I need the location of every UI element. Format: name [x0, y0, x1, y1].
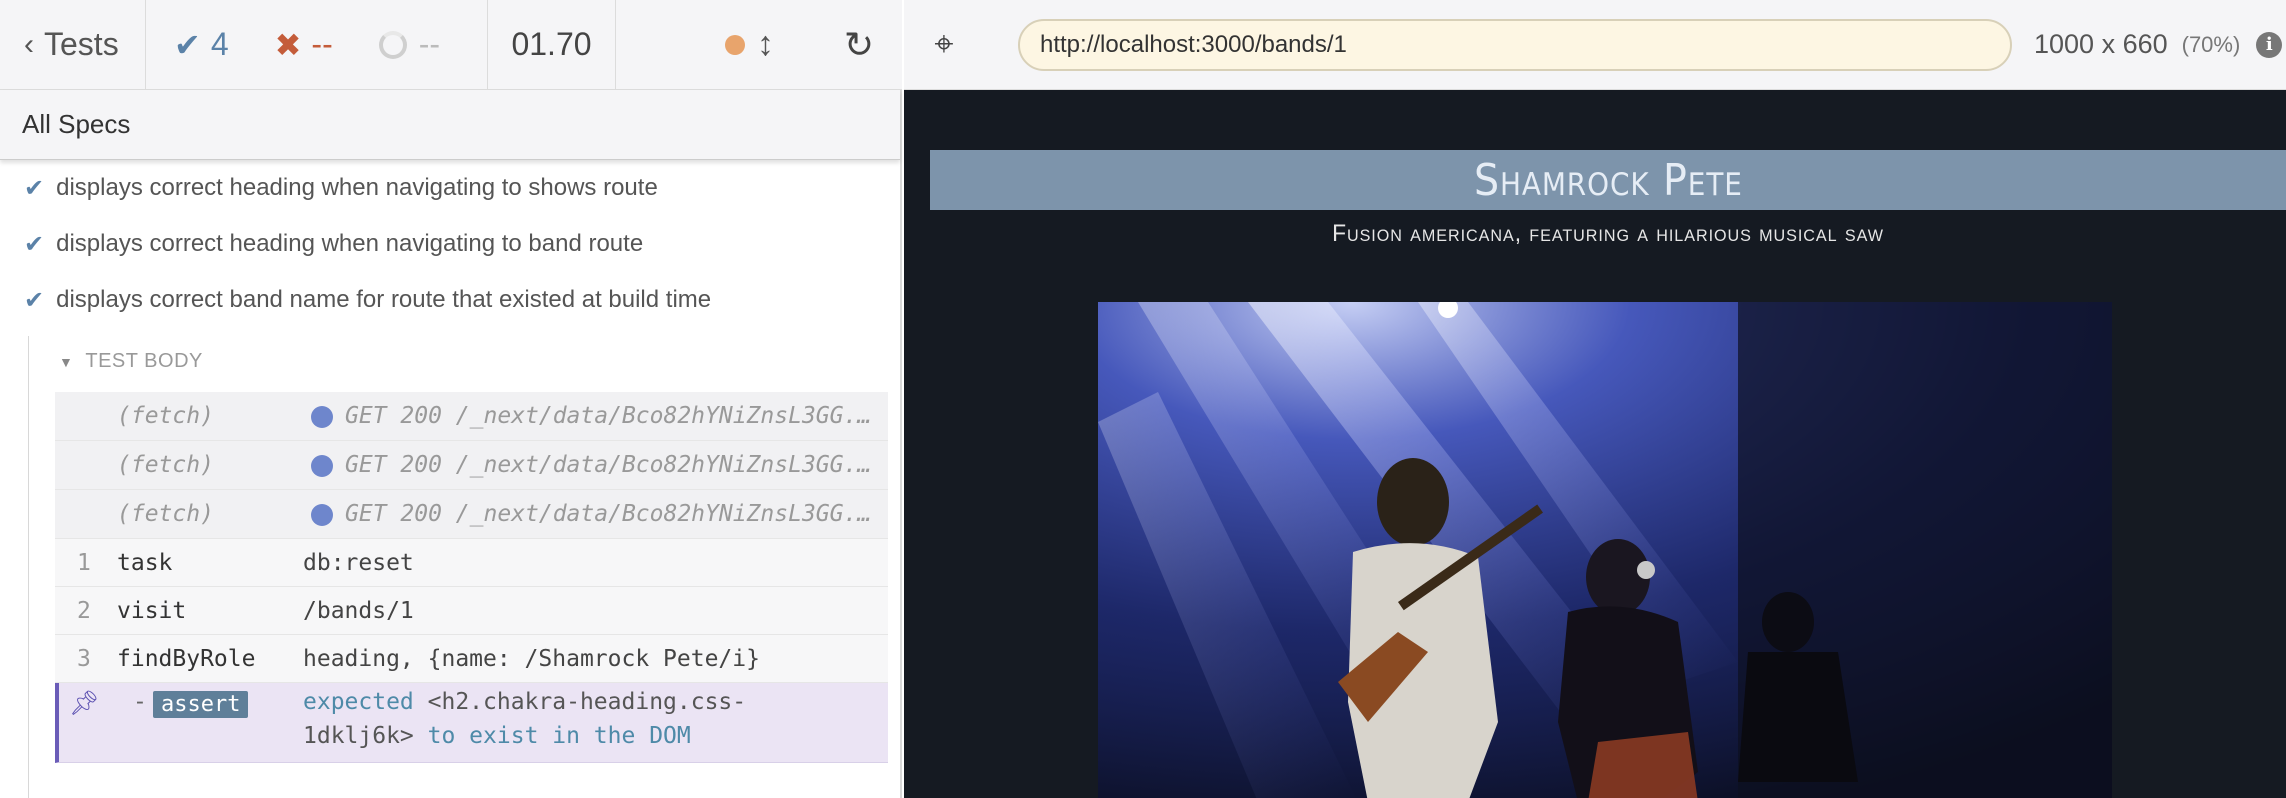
assert-message-line1: expected <h2.chakra-heading.css- [303, 689, 746, 715]
command-log: (fetch) GET 200 /_next/data/Bco82hYNiZns… [55, 392, 888, 763]
assert-dash: - [133, 689, 147, 715]
command-name: findByRole [117, 645, 256, 672]
request-dot-icon [311, 455, 333, 477]
check-icon: ✔ [24, 286, 45, 314]
test-title: displays correct band name for route tha… [56, 286, 712, 313]
command-number: 3 [77, 645, 91, 672]
chevron-left-icon: ‹ [24, 27, 34, 61]
duration: 01.70 [488, 0, 616, 89]
test-title: displays correct heading when navigating… [56, 174, 658, 201]
all-specs-label: All Specs [22, 109, 131, 139]
assert-badge: assert [153, 691, 249, 718]
band-photo [1098, 302, 2112, 798]
request-dot-icon [311, 504, 333, 526]
test-title: displays correct heading when navigating… [56, 230, 644, 257]
band-description: Fusion americana, featuring a hilarious … [1332, 220, 1884, 247]
test-counts: ✔ 4 ✖ -- -- [146, 0, 488, 89]
event-row[interactable]: (fetch) GET 200 /_next/data/Bco82hYNiZns… [55, 490, 888, 539]
command-row[interactable]: 3 findByRole heading, {name: /Shamrock P… [55, 635, 888, 683]
assert-row-pinned[interactable]: 📌︎ - assert expected <h2.chakra-heading.… [55, 683, 888, 763]
all-specs-link[interactable]: All Specs [0, 90, 900, 160]
event-message: GET 200 /_next/data/Bco82hYNiZnsL3GG... [345, 452, 885, 478]
command-message: heading, {name: /Shamrock Pete/i} [303, 645, 760, 672]
assert-selector-part2: 1dklj6k> [303, 723, 414, 749]
test-item[interactable]: ✔ displays correct heading when navigati… [0, 160, 900, 216]
test-body-toggle[interactable]: ▼ TEST BODY [59, 350, 203, 373]
tests-back-label: Tests [44, 26, 119, 62]
pending-count-value: -- [418, 26, 441, 62]
failed-count-value: -- [311, 26, 333, 62]
viewport-size: 1000 x 660 [2034, 29, 2168, 59]
duration-value: 01.70 [511, 26, 592, 62]
stats-bar: ‹ Tests ✔ 4 ✖ -- -- 01.70 ↕ ↻ [0, 0, 902, 90]
test-body: ▼ TEST BODY (fetch) GET 200 /_next/data/… [28, 336, 900, 798]
event-message: GET 200 /_next/data/Bco82hYNiZnsL3GG... [345, 501, 885, 527]
info-icon[interactable]: i [2256, 31, 2283, 58]
command-number: 2 [77, 597, 91, 624]
caret-down-icon: ▼ [59, 353, 74, 370]
tests-back-button[interactable]: ‹ Tests [0, 0, 146, 89]
command-message: db:reset [303, 549, 414, 576]
pin-icon: 📌︎ [69, 689, 100, 717]
assert-message-line2: 1dklj6k> to exist in the DOM [303, 723, 691, 749]
test-body-label: TEST BODY [85, 350, 203, 372]
pending-count: -- [378, 26, 441, 63]
auto-scroll-toggle-icon[interactable]: ↕ [757, 25, 774, 64]
run-controls: ↕ ↻ [616, 0, 902, 89]
check-icon: ✔ [174, 26, 201, 63]
assert-expected: expected [303, 689, 414, 715]
event-name: (fetch) [117, 403, 214, 429]
assert-tail: to exist in the DOM [427, 723, 691, 749]
test-item[interactable]: ✔ displays correct band name for route t… [0, 272, 900, 328]
url-bar[interactable]: http://localhost:3000/bands/1 [1018, 18, 2012, 71]
aut-header: ⌖ http://localhost:3000/bands/1 1000 x 6… [904, 0, 2286, 90]
check-icon: ✔ [24, 230, 45, 258]
command-row[interactable]: 1 task db:reset [55, 539, 888, 587]
pending-ring-icon [378, 30, 407, 59]
rerun-icon[interactable]: ↻ [844, 24, 874, 66]
command-name: visit [117, 597, 187, 624]
assert-selector-part1: <h2.chakra-heading.css- [427, 689, 747, 715]
test-item[interactable]: ✔ displays correct heading when navigati… [0, 216, 900, 272]
app-preview: Shamrock Pete Fusion americana, featurin… [904, 90, 2286, 798]
command-name: task [117, 549, 173, 576]
reporter-panel: ‹ Tests ✔ 4 ✖ -- -- 01.70 ↕ ↻ All Specs … [0, 0, 902, 798]
command-message: /bands/1 [303, 597, 414, 624]
band-name-heading: Shamrock Pete [1473, 154, 1743, 206]
failed-count: ✖ -- [275, 26, 333, 64]
event-row[interactable]: (fetch) GET 200 /_next/data/Bco82hYNiZns… [55, 392, 888, 441]
event-row[interactable]: (fetch) GET 200 /_next/data/Bco82hYNiZns… [55, 441, 888, 490]
url-text: http://localhost:3000/bands/1 [1040, 30, 1347, 58]
event-name: (fetch) [117, 501, 214, 527]
band-heading-banner: Shamrock Pete [930, 150, 2286, 210]
event-message: GET 200 /_next/data/Bco82hYNiZnsL3GG... [345, 403, 885, 429]
viewport-scale: (70%) [2181, 31, 2241, 57]
running-indicator-icon [724, 34, 745, 55]
test-list: ✔ displays correct heading when navigati… [0, 160, 900, 328]
passed-count: ✔ 4 [174, 26, 229, 64]
command-number: 1 [77, 549, 91, 576]
event-name: (fetch) [117, 452, 214, 478]
x-icon: ✖ [274, 26, 302, 63]
request-dot-icon [311, 406, 333, 428]
selector-playground-icon[interactable]: ⌖ [910, 25, 978, 64]
command-row[interactable]: 2 visit /bands/1 [55, 587, 888, 635]
check-icon: ✔ [24, 174, 45, 202]
passed-count-value: 4 [210, 26, 229, 62]
